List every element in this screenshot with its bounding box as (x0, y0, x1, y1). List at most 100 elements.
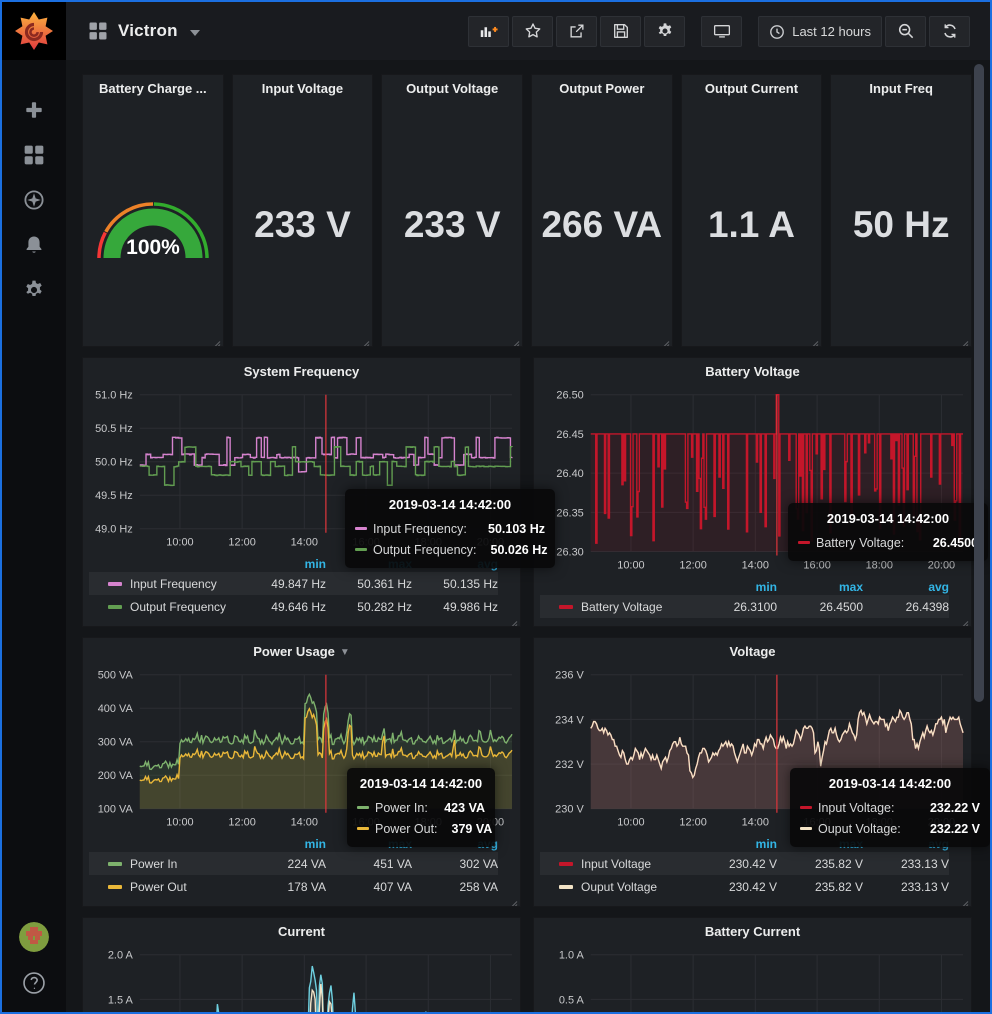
settings-button[interactable] (644, 16, 685, 47)
series-name[interactable]: Power In (130, 857, 240, 871)
series-color-dash (357, 806, 369, 809)
refresh-icon (941, 22, 959, 40)
stat-value: 233 V (382, 103, 522, 346)
panel-resize-handle[interactable] (511, 335, 520, 344)
refresh-button[interactable] (929, 16, 970, 47)
svg-text:26.35: 26.35 (556, 507, 583, 519)
series-min: 49.646 Hz (240, 600, 326, 614)
panel-title[interactable]: Current (83, 924, 520, 939)
stat-value: 1.1 A (682, 103, 822, 346)
bell-icon (23, 234, 45, 256)
share-button[interactable] (556, 16, 597, 47)
legend-row[interactable]: Input Voltage230.42 V235.82 V233.13 V (540, 852, 949, 875)
series-avg: 233.13 V (863, 880, 949, 894)
panel-title[interactable]: Output Current (682, 81, 822, 96)
dashboard-title[interactable]: Victron (118, 21, 178, 41)
series-min: 224 VA (240, 857, 326, 871)
legend-row[interactable]: Input Frequency49.847 Hz50.361 Hz50.135 … (89, 572, 498, 595)
sidebar-item-configuration[interactable] (21, 278, 47, 302)
legend-stat-min[interactable]: min (691, 837, 777, 851)
tooltip-series-value: 26.4500 (919, 536, 978, 550)
time-range-picker[interactable]: Last 12 hours (758, 16, 882, 47)
series-avg: 26.4398 (863, 600, 949, 614)
legend-stat-max[interactable]: max (777, 580, 863, 594)
panel-resize-handle[interactable] (810, 335, 819, 344)
legend-stat-min[interactable]: min (240, 837, 326, 851)
legend-row[interactable]: Ouput Voltage230.42 V235.82 V233.13 V (540, 875, 949, 898)
series-avg: 50.135 Hz (412, 577, 498, 591)
svg-text:500 VA: 500 VA (98, 670, 134, 682)
sidebar (2, 2, 66, 1012)
tooltip-series-value: 232.22 V (916, 822, 980, 836)
panel-title[interactable]: Input Voltage (233, 81, 373, 96)
legend-row[interactable]: Power Out178 VA407 VA258 VA (89, 875, 498, 898)
panel-title[interactable]: System Frequency (83, 364, 520, 379)
save-icon (612, 22, 630, 40)
panel-title[interactable]: Output Power (532, 81, 672, 96)
zoom-out-button[interactable] (885, 16, 926, 47)
series-name[interactable]: Ouput Voltage (581, 880, 691, 894)
legend-row[interactable]: Power In224 VA451 VA302 VA (89, 852, 498, 875)
tooltip-series-label: Battery Voltage: (816, 536, 904, 550)
svg-text:100%: 100% (126, 236, 180, 259)
legend-stat-min[interactable]: min (240, 557, 326, 571)
series-max: 235.82 V (777, 857, 863, 871)
legend-row[interactable]: Output Frequency49.646 Hz50.282 Hz49.986… (89, 595, 498, 618)
series-max: 451 VA (326, 857, 412, 871)
legend-stat-min[interactable]: min (691, 580, 777, 594)
panel-resize-handle[interactable] (960, 895, 969, 904)
panel-resize-handle[interactable] (661, 335, 670, 344)
panel-resize-handle[interactable] (212, 335, 221, 344)
panel-resize-handle[interactable] (361, 335, 370, 344)
sidebar-item-alerting[interactable] (21, 233, 47, 257)
tooltip-timestamp: 2019-03-14 14:42:00 (798, 511, 978, 526)
series-max: 50.361 Hz (326, 577, 412, 591)
plus-icon (23, 99, 45, 121)
panel-title[interactable]: Battery Current (534, 924, 971, 939)
gear-icon (23, 279, 45, 301)
series-name[interactable]: Output Frequency (130, 600, 240, 614)
panel-title[interactable]: Battery Charge ... (83, 81, 223, 96)
tv-icon (713, 22, 731, 40)
series-name[interactable]: Battery Voltage (581, 600, 691, 614)
series-name[interactable]: Input Frequency (130, 577, 240, 591)
panel-resize-handle[interactable] (960, 335, 969, 344)
sidebar-item-explore[interactable] (21, 188, 47, 212)
panel-title[interactable]: Input Freq (831, 81, 971, 96)
panel-title[interactable]: Power Usage▼ (83, 644, 520, 659)
grafana-logo[interactable] (2, 2, 66, 60)
panel-resize-handle[interactable] (509, 895, 518, 904)
panel-resize-handle[interactable] (509, 615, 518, 624)
panel-title[interactable]: Battery Voltage (534, 364, 971, 379)
add-panel-button[interactable] (468, 16, 509, 47)
legend-stat-avg[interactable]: avg (863, 580, 949, 594)
panel-title[interactable]: Output Voltage (382, 81, 522, 96)
tooltip-series-value: 50.026 Hz (477, 543, 548, 557)
tooltip-series-value: 50.103 Hz (474, 522, 545, 536)
svg-text:16:00: 16:00 (803, 559, 830, 571)
series-color-dash (800, 827, 812, 830)
panel-title[interactable]: Voltage (534, 644, 971, 659)
user-avatar[interactable] (19, 922, 49, 952)
tooltip-series-label: Ouput Voltage: (818, 822, 901, 836)
series-name[interactable]: Power Out (130, 880, 240, 894)
sidebar-item-create[interactable] (21, 98, 47, 122)
panel-resize-handle[interactable] (960, 615, 969, 624)
help-button[interactable] (21, 970, 47, 996)
settings-icon (656, 22, 674, 40)
dashboard-title-group[interactable]: Victron (88, 21, 200, 41)
cycle-view-button[interactable] (701, 16, 742, 47)
graph-tooltip: 2019-03-14 14:42:00Input Frequency:50.10… (345, 489, 555, 568)
series-name[interactable]: Input Voltage (581, 857, 691, 871)
svg-text:0.5 A: 0.5 A (559, 994, 585, 1006)
compass-icon (23, 189, 45, 211)
save-button[interactable] (600, 16, 641, 47)
scrollbar-thumb[interactable] (974, 64, 984, 702)
star-button[interactable] (512, 16, 553, 47)
stat-panel-output-voltage: Output Voltage 233 V (381, 74, 523, 347)
svg-text:12:00: 12:00 (679, 559, 706, 571)
sidebar-bottom (2, 922, 66, 996)
svg-text:50.0 Hz: 50.0 Hz (95, 457, 133, 469)
legend-row[interactable]: Battery Voltage26.310026.450026.4398 (540, 595, 949, 618)
sidebar-item-dashboards[interactable] (21, 143, 47, 167)
